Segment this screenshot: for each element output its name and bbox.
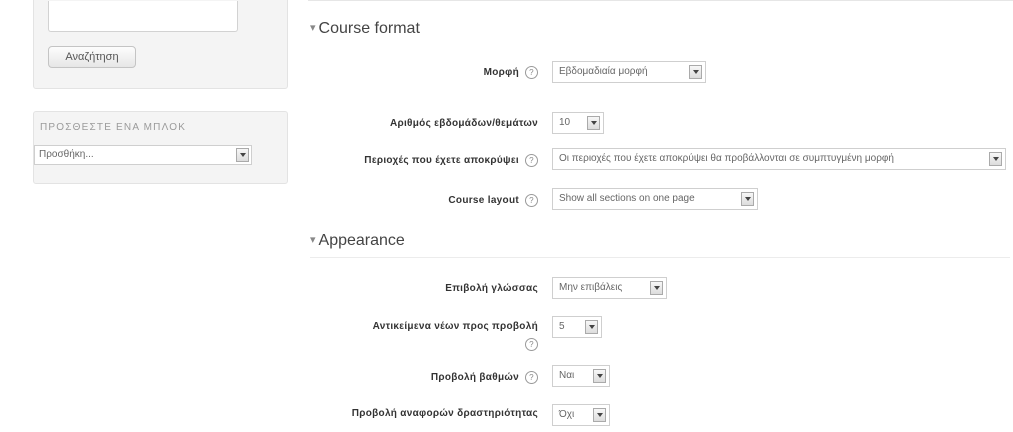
search-input[interactable] <box>48 1 238 32</box>
hidden-sections-label: Περιοχές που έχετε αποκρύψει? <box>364 154 538 167</box>
add-block-panel: ΠΡΟΣΘΕΣΤΕ ΕΝΑ ΜΠΛΟΚ Προσθήκη... <box>33 111 288 184</box>
news-items-label: Αντικείμενα νέων προς προβολή ? <box>372 321 538 351</box>
format-select[interactable]: Εβδομαδιαία μορφή <box>552 61 706 83</box>
course-format-header[interactable]: ▾ Course format <box>310 20 420 38</box>
format-select-value: Εβδομαδιαία μορφή <box>559 66 648 77</box>
appearance-header[interactable]: ▾ Appearance <box>310 232 405 250</box>
collapse-toggle-icon: ▾ <box>310 22 316 34</box>
num-sections-select[interactable]: 10 <box>552 112 604 134</box>
course-format-title: Course format <box>318 20 420 37</box>
course-layout-select[interactable]: Show all sections on one page <box>552 188 758 210</box>
force-language-label: Επιβολή γλώσσας <box>445 283 538 294</box>
search-block: Αναζήτηση <box>33 0 288 89</box>
add-block-title: ΠΡΟΣΘΕΣΤΕ ΕΝΑ ΜΠΛΟΚ <box>40 122 187 133</box>
num-sections-label: Αριθμός εβδομάδων/θεμάτων <box>389 118 538 129</box>
show-grades-value: Ναι <box>559 370 575 381</box>
chevron-down-icon <box>587 116 600 130</box>
chevron-down-icon <box>989 152 1002 166</box>
add-block-select[interactable]: Προσθήκη... <box>34 145 252 165</box>
top-divider <box>308 0 1013 1</box>
show-grades-select[interactable]: Ναι <box>552 365 610 387</box>
course-layout-label: Course layout? <box>448 194 538 207</box>
help-icon[interactable]: ? <box>525 154 538 167</box>
appearance-title: Appearance <box>318 232 405 249</box>
help-icon[interactable]: ? <box>525 194 538 207</box>
chevron-down-icon <box>236 148 249 162</box>
force-language-value: Μην επιβάλεις <box>559 282 623 293</box>
show-grades-label: Προβολή βαθμών? <box>431 371 538 384</box>
activity-reports-label: Προβολή αναφορών δραστηριότητας <box>351 408 538 419</box>
activity-reports-value: Όχι <box>559 409 575 420</box>
course-layout-value: Show all sections on one page <box>559 193 695 204</box>
chevron-down-icon <box>689 65 702 79</box>
chevron-down-icon <box>593 369 606 383</box>
hidden-sections-value: Οι περιοχές που έχετε αποκρύψει θα προβά… <box>559 153 894 164</box>
news-items-value: 5 <box>559 321 565 332</box>
chevron-down-icon <box>593 408 606 422</box>
help-icon[interactable]: ? <box>525 337 538 351</box>
collapse-toggle-icon: ▾ <box>310 234 316 246</box>
chevron-down-icon <box>585 320 598 334</box>
search-button[interactable]: Αναζήτηση <box>48 46 136 68</box>
format-label: Μορφή? <box>484 66 538 79</box>
chevron-down-icon <box>741 192 754 206</box>
help-icon[interactable]: ? <box>525 66 538 79</box>
num-sections-value: 10 <box>559 117 571 128</box>
news-items-select[interactable]: 5 <box>552 316 602 338</box>
activity-reports-select[interactable]: Όχι <box>552 404 610 426</box>
add-block-select-value: Προσθήκη... <box>39 149 94 160</box>
force-language-select[interactable]: Μην επιβάλεις <box>552 277 667 299</box>
hidden-sections-select[interactable]: Οι περιοχές που έχετε αποκρύψει θα προβά… <box>552 148 1006 170</box>
section-divider <box>310 257 1010 258</box>
help-icon[interactable]: ? <box>525 371 538 384</box>
chevron-down-icon <box>650 281 663 295</box>
